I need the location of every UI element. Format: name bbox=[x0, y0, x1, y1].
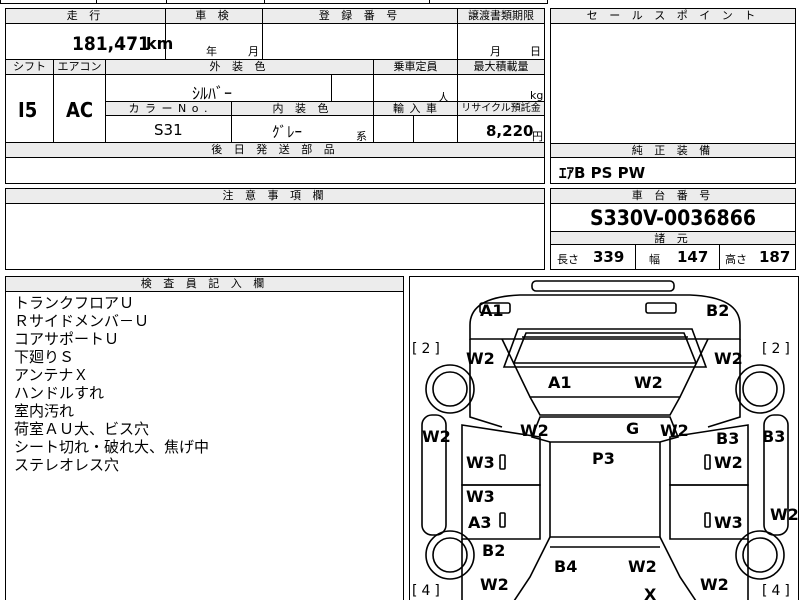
damage-mark: A1 bbox=[480, 301, 504, 320]
length-label: 長さ bbox=[557, 253, 579, 266]
inspector-note: 室内汚れ bbox=[14, 402, 75, 420]
sales-point-panel: セ ー ル ス ポ イ ン ト 純 正 装 備 ｴｱB PS PW bbox=[550, 8, 796, 184]
inspector-note: アンテナＸ bbox=[14, 366, 89, 384]
vehicle-info-table: 走 行 車 検 登 録 番 号 譲渡書類期限 181,471 km 年 月 月 … bbox=[5, 8, 545, 184]
damage-mark: G bbox=[626, 419, 640, 438]
recycle-value: 8,220 bbox=[486, 122, 534, 140]
mileage-value: 181,471 bbox=[72, 33, 150, 55]
width-value: 147 bbox=[677, 248, 709, 266]
capacity-header: 乗車定員 bbox=[374, 60, 458, 75]
color-no-value: S31 bbox=[154, 121, 183, 139]
genuine-equipment-value: ｴｱB PS PW bbox=[559, 164, 646, 182]
damage-mark: B2 bbox=[482, 541, 506, 560]
chassis-panel: 車 台 番 号 S330V-0036866 諸 元 長さ 339 幅 147 高… bbox=[550, 188, 796, 270]
exterior-color-value: ｼﾙﾊﾞｰ bbox=[192, 84, 233, 103]
shift-header: シフト bbox=[6, 60, 54, 75]
color-no-header: カ ラ ー N o . bbox=[106, 102, 232, 116]
transfer-day-label: 日 bbox=[530, 45, 541, 58]
damage-mark: W2 bbox=[634, 373, 663, 392]
damage-mark: A3 bbox=[468, 513, 492, 532]
top-partial-strip bbox=[0, 0, 548, 4]
tire-label-front-left: [2] bbox=[412, 341, 444, 357]
length-value: 339 bbox=[593, 248, 625, 266]
inspector-panel: 検 査 員 記 入 欄 トランクフロアＵ Ｒサイドメンバ－Ｕ コアサポートＵ 下… bbox=[5, 276, 404, 600]
mileage-header: 走 行 bbox=[6, 9, 166, 24]
damage-mark: W2 bbox=[480, 575, 509, 594]
inspector-note: 下廻りＳ bbox=[14, 348, 75, 366]
inspector-note: 荷室ＡＵ大、ビス穴 bbox=[14, 420, 150, 438]
genuine-equipment-header: 純 正 装 備 bbox=[551, 143, 795, 158]
registration-header: 登 録 番 号 bbox=[263, 9, 458, 24]
shift-value: I5 bbox=[18, 98, 38, 122]
damage-mark: W3 bbox=[466, 453, 495, 472]
specs-header: 諸 元 bbox=[551, 231, 795, 245]
later-parts-header: 後 日 発 送 部 品 bbox=[6, 143, 544, 158]
damage-mark: B3 bbox=[716, 429, 740, 448]
transfer-month-label: 月 bbox=[490, 45, 501, 58]
exterior-color-header: 外 装 色 bbox=[106, 60, 374, 75]
interior-color-header: 内 装 色 bbox=[232, 102, 374, 116]
width-label: 幅 bbox=[649, 253, 660, 266]
damage-mark: W2 bbox=[660, 421, 689, 440]
chassis-number: S330V-0036866 bbox=[589, 206, 756, 230]
damage-mark: W2 bbox=[770, 505, 799, 524]
chassis-header: 車 台 番 号 bbox=[551, 189, 795, 204]
caution-header: 注 意 事 項 欄 bbox=[6, 189, 544, 204]
damage-diagram-panel: [2] [2] [4] [4] A1 B2 W2 W2 A1 W2 W2 W2 … bbox=[409, 276, 799, 600]
inspector-note: シート切れ・破れ大、焦げ中 bbox=[14, 438, 210, 456]
inspector-note: Ｒサイドメンバ－Ｕ bbox=[14, 312, 150, 330]
inspector-note: トランクフロアＵ bbox=[14, 294, 135, 312]
damage-mark: B2 bbox=[706, 301, 730, 320]
tire-label-rear-right: [4] bbox=[762, 583, 794, 599]
sales-point-header: セ ー ル ス ポ イ ン ト bbox=[551, 9, 795, 24]
interior-color-value: ｸﾞﾚｰ bbox=[272, 123, 303, 141]
damage-mark: P3 bbox=[592, 449, 615, 468]
inspection-month-label: 月 bbox=[248, 45, 259, 58]
inspector-note: ステレオレス穴 bbox=[14, 456, 120, 474]
aircon-value: AC bbox=[66, 98, 94, 122]
damage-mark: X bbox=[644, 585, 657, 600]
damage-mark: W2 bbox=[700, 575, 729, 594]
later-parts-area bbox=[6, 158, 544, 183]
tire-label-rear-left: [4] bbox=[412, 583, 444, 599]
inspection-year-label: 年 bbox=[206, 45, 217, 58]
damage-mark: W2 bbox=[714, 453, 743, 472]
recycle-header: リサイクル預託金 bbox=[458, 102, 544, 116]
damage-mark: A1 bbox=[548, 373, 572, 392]
car-outline-diagram bbox=[421, 280, 789, 600]
damage-mark: W2 bbox=[628, 557, 657, 576]
damage-mark: W3 bbox=[466, 487, 495, 506]
inspector-note: コアサポートＵ bbox=[14, 330, 120, 348]
damage-mark: W2 bbox=[714, 349, 743, 368]
damage-mark: W3 bbox=[714, 513, 743, 532]
damage-mark: B3 bbox=[762, 427, 786, 446]
damage-mark: W2 bbox=[466, 349, 495, 368]
recycle-unit: 円 bbox=[532, 130, 543, 143]
damage-mark: B4 bbox=[554, 557, 578, 576]
caution-panel: 注 意 事 項 欄 bbox=[5, 188, 545, 270]
height-label: 高さ bbox=[725, 253, 747, 266]
inspector-note: ハンドルすれ bbox=[14, 384, 105, 402]
height-value: 187 bbox=[759, 248, 791, 266]
aircon-header: エアコン bbox=[54, 60, 106, 75]
damage-mark: W2 bbox=[520, 421, 549, 440]
max-load-header: 最大積載量 bbox=[458, 60, 544, 75]
inspection-header: 車 検 bbox=[166, 9, 263, 24]
interior-color-suffix: 系 bbox=[356, 130, 367, 143]
max-load-unit: kg bbox=[530, 89, 544, 102]
damage-mark: W2 bbox=[422, 427, 451, 446]
transfer-deadline-header: 譲渡書類期限 bbox=[458, 9, 544, 24]
import-header: 輸 入 車 bbox=[374, 102, 458, 116]
tire-label-front-right: [2] bbox=[762, 341, 794, 357]
inspector-header: 検 査 員 記 入 欄 bbox=[6, 277, 403, 292]
